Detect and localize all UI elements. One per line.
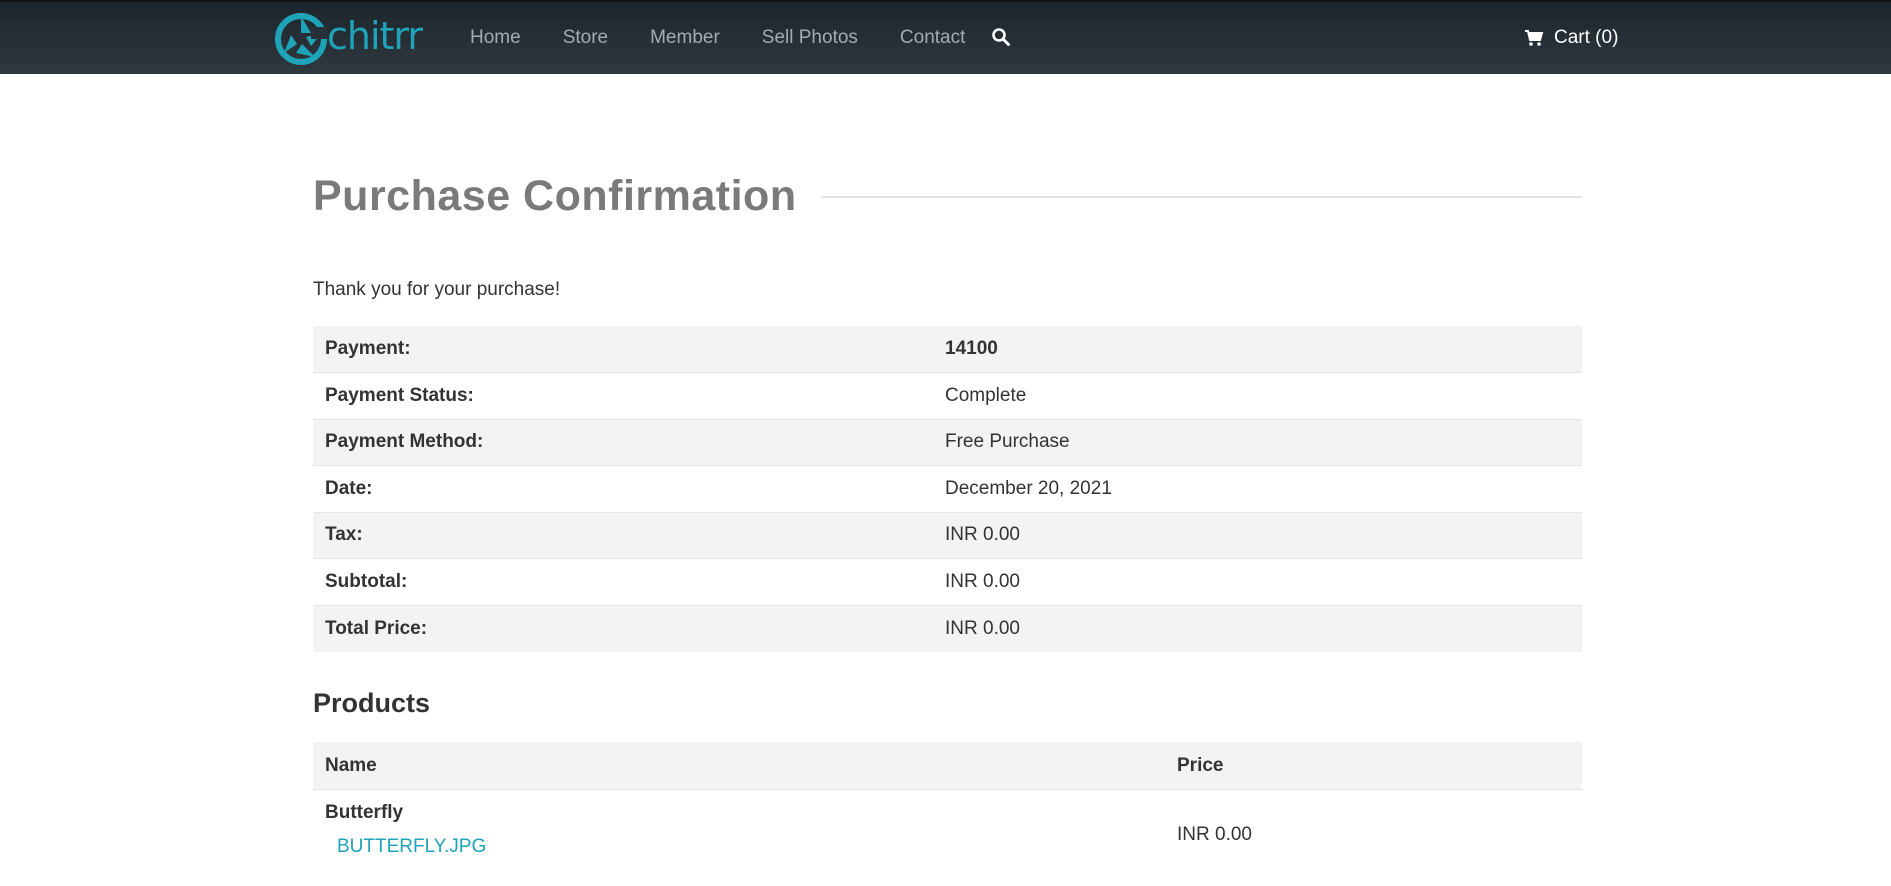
table-header-row: Name Price xyxy=(313,742,1582,790)
page-title-row: Purchase Confirmation xyxy=(313,172,1582,221)
table-row: Payment Method: Free Purchase xyxy=(313,418,1582,466)
nav-member[interactable]: Member xyxy=(650,27,720,49)
product-cell: Butterfly BUTTERFLY.JPG xyxy=(313,790,1165,859)
detail-value: Free Purchase xyxy=(933,418,1582,466)
detail-label: Subtotal: xyxy=(313,558,933,605)
table-row: Date: December 20, 2021 xyxy=(313,465,1582,512)
product-price: INR 0.00 xyxy=(1177,824,1252,845)
detail-label: Tax: xyxy=(313,511,933,559)
column-header-price: Price xyxy=(1165,742,1582,790)
table-row: Subtotal: INR 0.00 xyxy=(313,558,1582,605)
main-nav: Home Store Member Sell Photos Contact xyxy=(470,2,1013,74)
detail-value: INR 0.00 xyxy=(933,511,1582,559)
product-file-link[interactable]: BUTTERFLY.JPG xyxy=(337,836,1153,858)
title-divider xyxy=(820,195,1582,198)
table-row: Butterfly BUTTERFLY.JPG INR 0.00 xyxy=(313,790,1582,859)
nav-store[interactable]: Store xyxy=(563,27,608,49)
table-row: Tax: INR 0.00 xyxy=(313,511,1582,559)
detail-value: December 20, 2021 xyxy=(933,465,1582,512)
site-logo[interactable]: chitrr xyxy=(275,12,430,66)
products-heading: Products xyxy=(313,688,431,718)
products-table: Name Price Butterfly BUTTERFLY.JPG INR 0… xyxy=(313,742,1582,858)
table-row: Total Price: INR 0.00 xyxy=(313,604,1582,652)
product-name: Butterfly xyxy=(325,802,404,823)
detail-label: Payment: xyxy=(313,326,933,373)
logo-text: chitrr xyxy=(327,14,423,58)
nav-sell-photos[interactable]: Sell Photos xyxy=(762,27,858,49)
top-navbar: chitrr Home Store Member Sell Photos Con… xyxy=(0,0,1891,74)
detail-label: Payment Status: xyxy=(313,372,933,419)
table-row: Payment: 14100 xyxy=(313,326,1582,373)
search-icon[interactable] xyxy=(991,27,1013,49)
detail-label: Payment Method: xyxy=(313,418,933,466)
detail-value: 14100 xyxy=(933,326,1582,373)
detail-value: INR 0.00 xyxy=(933,558,1582,605)
detail-value: INR 0.00 xyxy=(933,604,1582,652)
nav-home[interactable]: Home xyxy=(470,27,521,49)
cart-label: Cart (0) xyxy=(1554,27,1619,48)
cart-button[interactable]: Cart (0) xyxy=(1524,2,1618,74)
detail-value: Complete xyxy=(933,372,1582,419)
detail-label: Total Price: xyxy=(313,604,933,652)
table-row: Payment Status: Complete xyxy=(313,372,1582,419)
detail-label: Date: xyxy=(313,465,933,512)
cart-icon xyxy=(1525,30,1544,46)
purchase-details-table: Payment: 14100 Payment Status: Complete … xyxy=(313,326,1582,652)
aperture-logo-icon xyxy=(275,13,327,65)
page-title: Purchase Confirmation xyxy=(313,172,797,220)
thank-you-message: Thank you for your purchase! xyxy=(313,279,561,300)
column-header-name: Name xyxy=(313,742,1165,790)
nav-contact[interactable]: Contact xyxy=(900,27,965,49)
